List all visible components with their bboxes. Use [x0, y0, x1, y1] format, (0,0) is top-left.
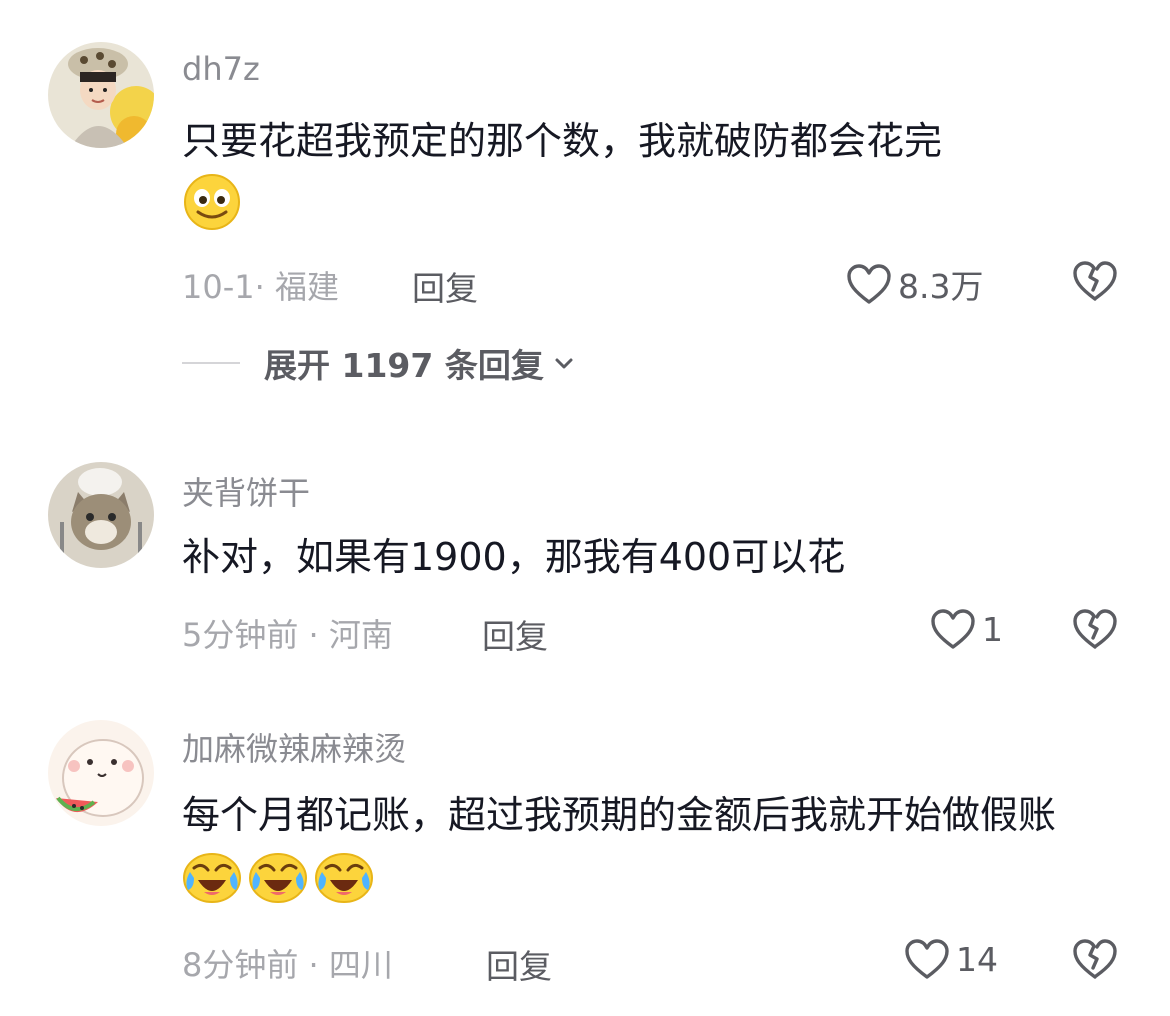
heart-icon — [931, 609, 975, 649]
chevron-down-icon — [555, 358, 573, 369]
reply-button[interactable]: 回复 — [486, 940, 552, 988]
like-button[interactable]: 1 — [930, 608, 1003, 650]
reply-button[interactable]: 回复 — [482, 610, 548, 658]
comment-text: 每个月都记账，超过我预期的金额后我就开始做假账 — [182, 784, 1122, 922]
comment-username[interactable]: 夹背饼干 — [182, 468, 310, 514]
like-count: 1 — [982, 609, 1003, 649]
crying-laughing-emoji-icon — [182, 848, 242, 922]
heart-icon — [905, 939, 949, 979]
expand-replies-button[interactable]: 展开 1197 条回复 — [182, 338, 576, 388]
like-button[interactable]: 14 — [904, 938, 998, 980]
dislike-button[interactable] — [1072, 938, 1118, 984]
expand-replies-label: 展开 1197 条回复 — [264, 346, 544, 385]
comment-meta: 8分钟前 · 四川 — [182, 946, 393, 984]
comment-text-content: 每个月都记账，超过我预期的金额后我就开始做假账 — [182, 793, 1057, 837]
comment-meta: 10-1· 福建 — [182, 268, 339, 306]
broken-heart-icon — [1073, 939, 1117, 979]
like-count: 14 — [956, 939, 998, 979]
comment-text: 补对，如果有1900，那我有400可以花 — [182, 526, 1122, 588]
avatar[interactable] — [48, 42, 154, 148]
like-count: 8.3万 — [898, 267, 984, 306]
like-button[interactable]: 8.3万 — [846, 260, 983, 308]
comment-item: dh7z 只要花超我预定的那个数，我就破防都会花完 10-1· 福建 回复 8.… — [0, 0, 1170, 330]
comment-username[interactable]: dh7z — [182, 50, 260, 88]
divider — [182, 362, 240, 364]
comment-text-content: 只要花超我预定的那个数，我就破防都会花完 — [182, 119, 943, 163]
comment-meta: 5分钟前 · 河南 — [182, 616, 393, 654]
comment-username[interactable]: 加麻微辣麻辣烫 — [182, 724, 406, 770]
reply-button[interactable]: 回复 — [412, 262, 478, 310]
crying-laughing-emoji-icon — [314, 848, 374, 922]
comment-text: 只要花超我预定的那个数，我就破防都会花完 — [182, 110, 1122, 250]
broken-heart-icon — [1073, 261, 1117, 301]
heart-icon — [847, 264, 891, 304]
broken-heart-icon — [1073, 609, 1117, 649]
avatar[interactable] — [48, 462, 154, 568]
smile-emoji-icon — [182, 172, 242, 250]
dislike-button[interactable] — [1072, 608, 1118, 654]
comment-text-content: 补对，如果有1900，那我有400可以花 — [182, 535, 846, 579]
avatar[interactable] — [48, 720, 154, 826]
crying-laughing-emoji-icon — [248, 848, 308, 922]
dislike-button[interactable] — [1072, 260, 1118, 306]
